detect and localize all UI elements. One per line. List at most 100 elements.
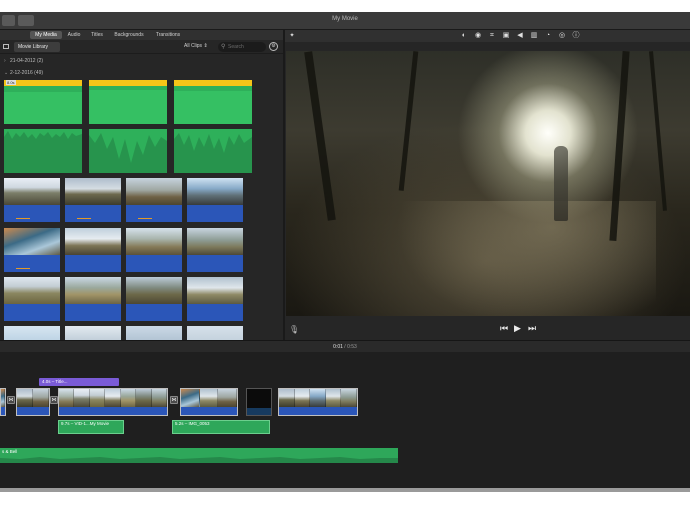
music-waveform (0, 457, 398, 463)
timeline-video-clip[interactable] (16, 388, 50, 416)
timeline-audio-clip[interactable]: 5.2s – IMG_0053 (172, 420, 270, 434)
browser-video-clip[interactable] (126, 178, 182, 222)
timeline-video-clip[interactable] (180, 388, 238, 416)
clip-filter-select[interactable]: All Clips ⇕ (184, 43, 208, 49)
timeline[interactable]: 4.0s – Title... ⋈ ⋈ ⋈ 9.7s – VID-1...My … (0, 352, 690, 488)
movie-library-label[interactable]: Movie Library (14, 42, 60, 52)
browser-video-clip[interactable] (65, 277, 121, 321)
black-background-clip[interactable] (246, 388, 272, 416)
browser-video-clip[interactable] (65, 326, 121, 340)
clip-thumbnail (187, 277, 243, 304)
imovie-window: My Movie My Media Audio Titles Backgroun… (0, 12, 690, 488)
clip-thumbnail (4, 178, 60, 205)
person-silhouette (554, 146, 568, 221)
browser-audio-clip[interactable] (174, 129, 252, 173)
clip-thumbnail (4, 277, 60, 304)
search-placeholder: Search (228, 44, 244, 50)
clip-thumbnail (126, 277, 182, 304)
timeline-video-clip[interactable] (58, 388, 168, 416)
browser-audio-clip[interactable]: 8.0s (4, 80, 82, 124)
browser-video-clip[interactable] (126, 326, 182, 340)
browser-video-clip[interactable] (126, 277, 182, 321)
browser-audio-clip[interactable] (4, 129, 82, 173)
clip-thumbnail (65, 228, 121, 255)
browser-video-clip[interactable] (187, 277, 243, 321)
clip-thumbnail (4, 228, 60, 255)
clip-thumbnail (126, 228, 182, 255)
waveform (89, 90, 167, 124)
timecode: 0:01 / 0:53 (333, 344, 357, 350)
browser-video-clip[interactable] (187, 326, 243, 340)
clip-thumbnail (187, 228, 243, 255)
browser-video-clip[interactable] (126, 228, 182, 272)
clip-thumbnail (65, 326, 121, 340)
gear-icon[interactable]: ⚙ (269, 42, 278, 51)
background-music-track[interactable]: s & Bell (0, 448, 398, 463)
playback-controls: 🎙 ⏮ ▶ ⏭ (286, 318, 690, 340)
tab-titles[interactable]: Titles (86, 31, 108, 39)
speed-icon[interactable]: ◔ (544, 32, 552, 40)
browser-video-clip[interactable] (4, 326, 60, 340)
music-label: s & Bell (2, 449, 18, 454)
window-title: My Movie (332, 16, 358, 22)
clip-thumbnail (65, 178, 121, 205)
transition-icon[interactable]: ⋈ (7, 396, 15, 404)
next-icon[interactable]: ⏭ (528, 323, 536, 334)
magic-wand-icon[interactable]: ✦ (288, 32, 296, 40)
noise-reduction-icon[interactable]: ▥ (530, 32, 538, 40)
clip-thumbnail (126, 178, 182, 205)
stabilization-icon[interactable]: ▣ (502, 32, 510, 40)
panel-divider[interactable] (283, 30, 285, 352)
viewer-toolbar: ✦ ◐ ◉ ⌗ ▣ ◀ ▥ ◔ ◎ ⓘ (284, 30, 690, 42)
color-correction-icon[interactable]: ◉ (474, 32, 482, 40)
info-icon[interactable]: ⓘ (572, 32, 580, 40)
browser-audio-clip[interactable] (89, 80, 167, 124)
color-balance-icon[interactable]: ◐ (460, 32, 468, 40)
waveform (4, 131, 82, 173)
browser-video-clip[interactable] (4, 277, 60, 321)
crop-icon[interactable]: ⌗ (488, 32, 496, 40)
clip-thumbnail (65, 277, 121, 304)
microphone-icon[interactable]: 🎙 (289, 325, 299, 334)
clip-duration-badge: 8.0s (6, 80, 16, 85)
waveform (4, 92, 82, 124)
search-icon: ⚲ (221, 44, 226, 50)
video-viewer[interactable] (286, 51, 690, 316)
play-icon[interactable]: ▶ (514, 323, 521, 334)
sidebar-toggle-icon[interactable] (3, 44, 9, 49)
timeline-header: 0:01 / 0:53 (0, 340, 690, 352)
browser-video-clip[interactable] (187, 228, 243, 272)
filter-icon[interactable]: ◎ (558, 32, 566, 40)
tab-my-media[interactable]: My Media (30, 31, 62, 39)
event-header[interactable]: › 21-04-2012 (2) (4, 58, 43, 64)
browser-audio-clip[interactable] (89, 129, 167, 173)
volume-icon[interactable]: ◀ (516, 32, 524, 40)
transition-icon[interactable]: ⋈ (170, 396, 178, 404)
tab-transitions[interactable]: Transitions (150, 31, 186, 39)
browser-video-clip[interactable] (187, 178, 243, 222)
previous-icon[interactable]: ⏮ (500, 323, 508, 334)
event-header[interactable]: ⌄ 2-12-2016 (49) (4, 70, 43, 76)
tab-backgrounds[interactable]: Backgrounds (110, 31, 148, 39)
transition-icon[interactable]: ⋈ (50, 396, 58, 404)
browser-video-clip[interactable] (4, 178, 60, 222)
search-input[interactable]: ⚲ Search (218, 42, 266, 52)
window-bottom-edge (0, 488, 690, 492)
clip-thumbnail (126, 326, 182, 340)
clip-thumbnail (187, 326, 243, 340)
waveform (89, 133, 167, 173)
library-bar: Movie Library All Clips ⇕ ⚲ Search ⚙ (0, 40, 284, 54)
tab-audio[interactable]: Audio (64, 31, 84, 39)
timeline-video-clip[interactable] (278, 388, 358, 416)
title-clip[interactable]: 4.0s – Title... (39, 378, 119, 386)
title-bar: My Movie (0, 12, 690, 30)
clip-thumbnail (187, 178, 243, 205)
browser-audio-clip[interactable] (174, 80, 252, 124)
timeline-audio-clip[interactable]: 9.7s – VID-1...My Movie (58, 420, 124, 434)
browser-video-clip[interactable] (65, 178, 121, 222)
timeline-video-clip[interactable] (0, 388, 6, 416)
browser-video-clip[interactable] (65, 228, 121, 272)
clip-thumbnail (4, 326, 60, 340)
browser-video-clip[interactable] (4, 228, 60, 272)
waveform (174, 133, 252, 173)
